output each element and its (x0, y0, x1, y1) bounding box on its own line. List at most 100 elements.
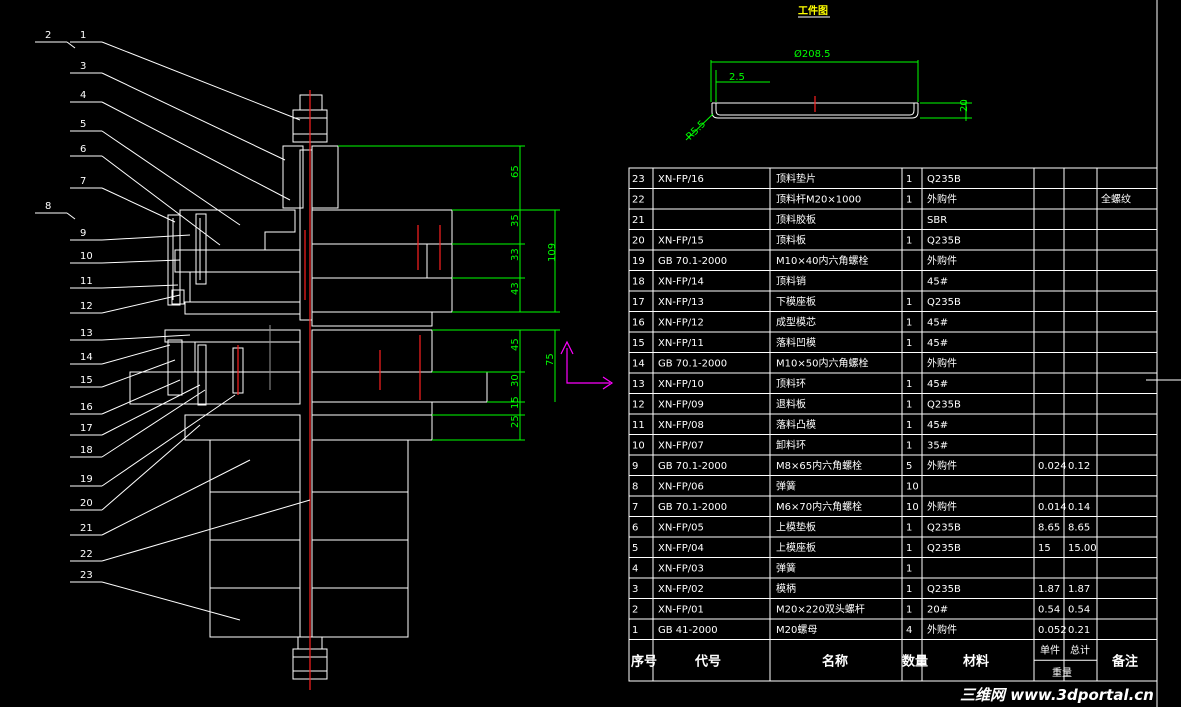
bom-cell-qty: 1 (906, 420, 912, 431)
bom-cell-name: 顶料板 (776, 234, 806, 247)
bom-cell-name: 上模座板 (776, 541, 816, 554)
bom-cell-no: 3 (632, 584, 638, 595)
bom-cell-no: 17 (632, 297, 645, 308)
dim-75: 75 (545, 353, 556, 366)
bom-header-material: 材料 (963, 653, 989, 669)
bom-cell-qty: 10 (906, 482, 919, 493)
bom-cell-name: 下模座板 (776, 295, 816, 308)
bom-cell-code: XN-FP/02 (658, 584, 704, 595)
bom-cell-mat: Q235B (927, 297, 961, 308)
watermark: 三维网 www.3dportal.cn (960, 686, 1154, 704)
bom-cell-unit: 15 (1038, 543, 1051, 554)
bom-header-name: 名称 (822, 653, 848, 669)
bom-cell-code: XN-FP/11 (658, 338, 704, 349)
bom-cell-qty: 1 (906, 379, 912, 390)
dim-height: 20 (959, 99, 970, 112)
bom-cell-mat: Q235B (927, 236, 961, 247)
balloon-label: 12 (80, 301, 93, 312)
bom-cell-mat: 35# (927, 441, 948, 452)
bom-cell-code: XN-FP/08 (658, 420, 704, 431)
balloon-label: 16 (80, 402, 93, 413)
bom-cell-code: XN-FP/14 (658, 277, 704, 288)
bom-cell-mat: Q235B (927, 584, 961, 595)
bom-cell-unit: 0.54 (1038, 605, 1060, 616)
balloon-label: 19 (80, 474, 93, 485)
bom-cell-code: XN-FP/16 (658, 174, 704, 185)
leader-line (101, 284, 179, 289)
dim-43: 43 (510, 282, 521, 295)
bom-cell-mat: Q235B (927, 523, 961, 534)
bom-cell-qty: 1 (906, 236, 912, 247)
bom-cell-name: 弹簧 (776, 480, 796, 493)
bom-cell-total: 8.65 (1068, 523, 1090, 534)
bom-cell-code: GB 70.1-2000 (658, 502, 727, 513)
bom-cell-mat: 45# (927, 379, 948, 390)
bom-cell-no: 12 (632, 400, 645, 411)
bom-cell-name: M6×70内六角螺栓 (776, 500, 862, 513)
bom-cell-mat: 45# (927, 420, 948, 431)
balloon-label: 9 (80, 228, 86, 239)
bom-cell-name: 上模垫板 (776, 521, 816, 534)
balloon-label: 11 (80, 276, 93, 287)
balloon-label: 18 (80, 445, 93, 456)
bom-header-remark: 备注 (1111, 653, 1138, 669)
bom-cell-name: M10×50内六角螺栓 (776, 357, 868, 370)
bom-cell-name: M8×65内六角螺栓 (776, 459, 862, 472)
bom-cell-name: 落料凸模 (776, 418, 816, 431)
bom-cell-qty: 1 (906, 174, 912, 185)
bom-cell-name: 落料凹模 (776, 336, 816, 349)
workpiece-drawing: 工件图 Ø208.5 2.5 20 R5.5 (684, 4, 972, 143)
bom-cell-mat: 外购件 (927, 254, 957, 267)
bom-cell-no: 5 (632, 543, 638, 554)
bom-cell-code: XN-FP/07 (658, 441, 704, 452)
balloon-label: 14 (80, 352, 93, 363)
bom-cell-qty: 5 (906, 461, 912, 472)
bom-cell-name: 顶料胶板 (776, 213, 816, 226)
bom-cell-code: GB 70.1-2000 (658, 461, 727, 472)
workpiece-title: 工件图 (798, 4, 828, 17)
bom-cell-no: 20 (632, 236, 645, 247)
bom-cell-no: 14 (632, 359, 645, 370)
bom-cell-qty: 1 (906, 318, 912, 329)
bom-cell-code: GB 70.1-2000 (658, 359, 727, 370)
bom-cell-qty: 1 (906, 523, 912, 534)
bom-cell-qty: 1 (906, 195, 912, 206)
leader-line (101, 187, 176, 223)
bom-cell-mat: 外购件 (927, 193, 957, 206)
bom-cell-mat: 45# (927, 318, 948, 329)
bom-cell-unit: 8.65 (1038, 523, 1060, 534)
bom-cell-total: 0.54 (1068, 605, 1090, 616)
bom-cell-mat: 外购件 (927, 459, 957, 472)
bom-cell-code: XN-FP/04 (658, 543, 704, 554)
bom-cell-code: XN-FP/15 (658, 236, 704, 247)
balloon-label: 3 (80, 61, 86, 72)
leader-line (101, 389, 206, 458)
bom-cell-name: M20×220双头螺杆 (776, 604, 865, 616)
leader-line (101, 359, 176, 388)
balloon-label: 1 (80, 30, 86, 41)
leader-line (101, 344, 171, 365)
bom-cell-no: 19 (632, 256, 645, 267)
bom-cell-mat: 45# (927, 338, 948, 349)
bom-cell-no: 23 (632, 174, 645, 185)
dim-30: 30 (510, 374, 521, 387)
bom-cell-qty: 1 (906, 400, 912, 411)
bom-cell-mat: Q235B (927, 543, 961, 554)
bom-cell-code: XN-FP/06 (658, 482, 704, 493)
balloon-label: 10 (80, 251, 93, 262)
bom-header-code: 代号 (694, 653, 721, 669)
bom-cell-mat: 外购件 (927, 500, 957, 513)
balloon-label: 22 (80, 549, 93, 560)
bom-cell-unit: 1.87 (1038, 584, 1060, 595)
bom-cell-code: XN-FP/05 (658, 523, 704, 534)
bom-cell-name: 顶料环 (776, 377, 806, 390)
leader-line (101, 424, 201, 511)
leader-line (101, 130, 241, 226)
bom-cell-no: 7 (632, 502, 638, 513)
bom-header-no: 序号 (631, 653, 657, 669)
balloon-label: 7 (80, 176, 86, 187)
leader-line (66, 212, 76, 220)
balloon-label: 6 (80, 144, 86, 155)
dim-45: 45 (510, 338, 521, 351)
bom-cell-mat: 外购件 (927, 623, 957, 636)
